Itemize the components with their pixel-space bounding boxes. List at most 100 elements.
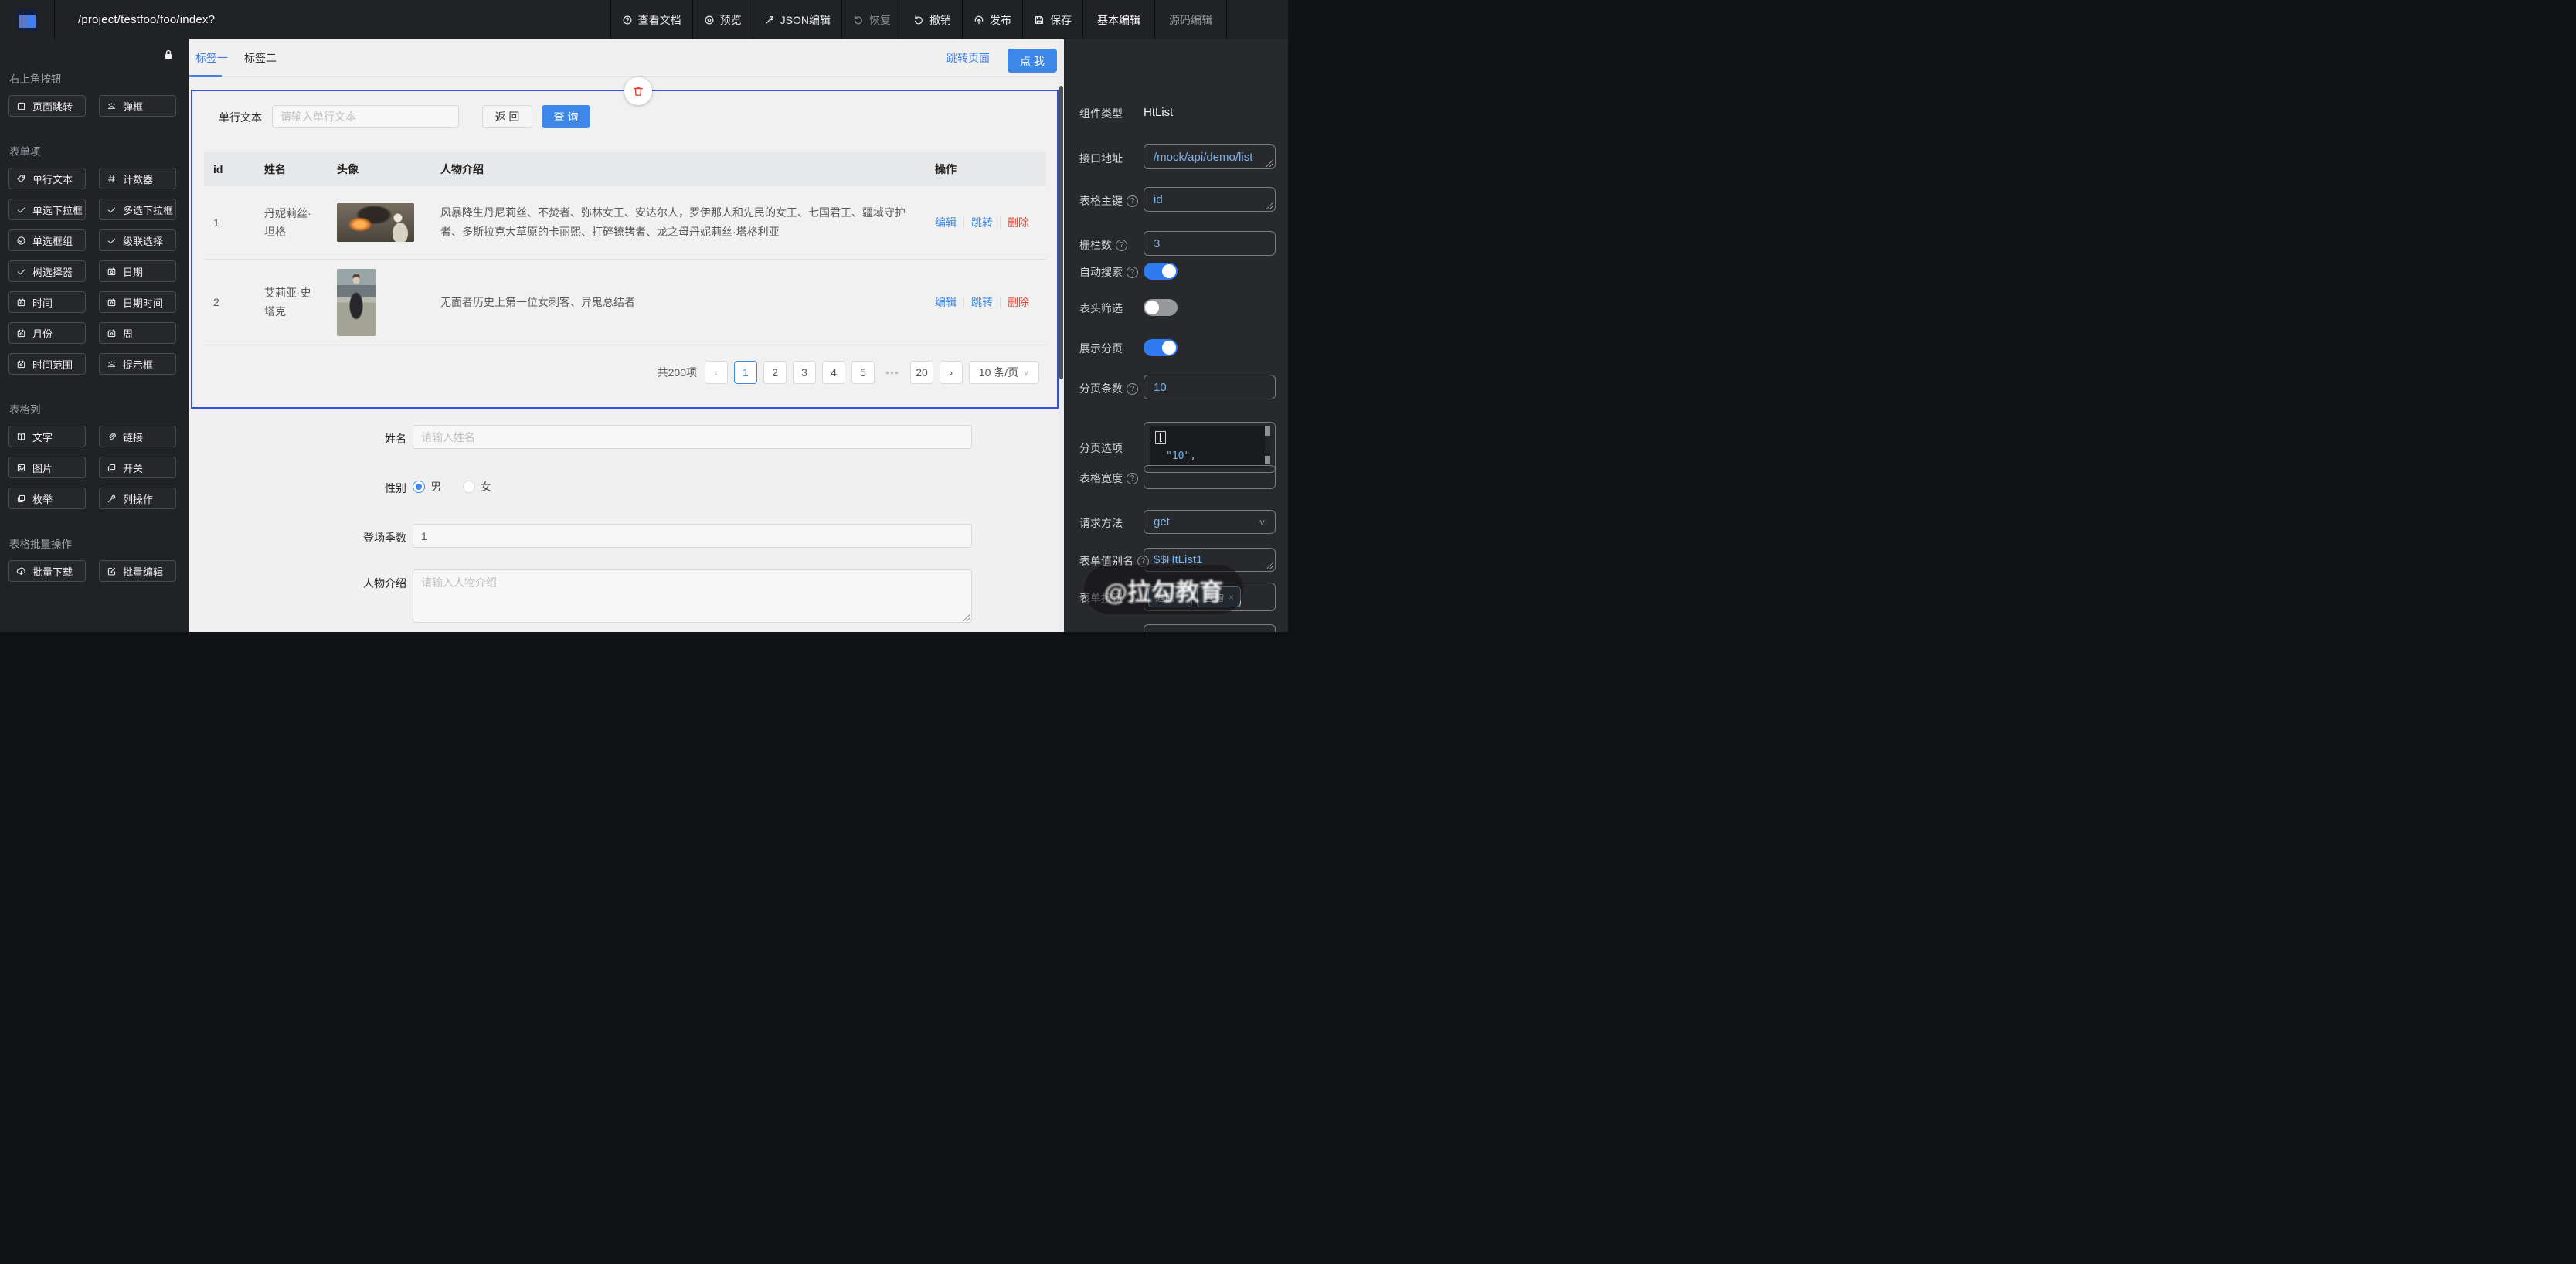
name-field[interactable] [413, 425, 972, 449]
radio-selected-icon [413, 481, 425, 493]
show-pagination-toggle[interactable] [1144, 339, 1178, 356]
publish-button[interactable]: 发布 [962, 0, 1022, 39]
restore-button[interactable]: 恢复 [841, 0, 902, 39]
page-button-1[interactable]: 1 [734, 361, 757, 384]
palette-item-tree-select[interactable]: 树选择器 [8, 260, 86, 282]
back-button[interactable]: 返 回 [482, 105, 532, 128]
palette-item-month[interactable]: 月份 [8, 322, 86, 344]
prev-page-button[interactable]: ‹ [705, 361, 728, 384]
data-table: id 姓名 头像 人物介绍 操作 1 丹妮莉丝·坦格 风暴降生丹尼莉丝、不焚者、… [204, 152, 1046, 345]
intro-label: 人物介绍 [198, 576, 406, 591]
help-icon[interactable]: ? [1127, 267, 1138, 278]
pagination: 共200项 ‹ 1 2 3 4 5 ••• 20 › 10 条/页∨ [658, 361, 1039, 384]
palette-item-counter[interactable]: 计数器 [99, 168, 176, 189]
paperclip-icon [107, 432, 117, 442]
palette-item-page-jump[interactable]: 页面跳转 [8, 95, 86, 117]
palette-item-multi-select[interactable]: 多选下拉框 [99, 199, 176, 220]
radio-male[interactable]: 男 [413, 479, 441, 494]
palette-item-column-actions[interactable]: 列操作 [99, 488, 176, 509]
search-input[interactable] [272, 105, 459, 128]
jump-link[interactable]: 跳转 [971, 294, 993, 310]
tab-basic-edit[interactable]: 基本编辑 [1082, 0, 1154, 39]
pages-ellipsis[interactable]: ••• [881, 366, 904, 379]
palette-item-week[interactable]: 周 [99, 322, 176, 344]
page-button-2[interactable]: 2 [763, 361, 787, 384]
json-edit-button[interactable]: JSON编辑 [753, 0, 841, 39]
palette-item-radio-group[interactable]: 单选框组 [8, 229, 86, 251]
next-page-button[interactable]: › [940, 361, 963, 384]
palette-item-image-column[interactable]: 图片 [8, 457, 86, 478]
auto-search-toggle[interactable] [1144, 263, 1178, 280]
table-width-input[interactable] [1144, 465, 1276, 489]
palette-item-tooltip-box[interactable]: 提示框 [99, 353, 176, 375]
preview-icon [704, 15, 715, 25]
delete-link[interactable]: 删除 [1008, 215, 1029, 230]
click-me-button[interactable]: 点 我 [1008, 49, 1057, 73]
card-type-select[interactable]: plain∨ [1144, 624, 1276, 632]
grid-columns-input[interactable]: 3 [1144, 231, 1276, 256]
page-button-5[interactable]: 5 [851, 361, 875, 384]
table-key-input[interactable]: id [1144, 187, 1276, 212]
save-button[interactable]: 保存 [1022, 0, 1082, 39]
edit-link[interactable]: 编辑 [935, 215, 957, 230]
help-icon[interactable]: ? [1116, 240, 1127, 251]
palette-item-time[interactable]: 时间 [8, 291, 86, 313]
radio-female[interactable]: 女 [463, 479, 491, 494]
intro-field[interactable] [413, 569, 972, 623]
palette-item-datetime[interactable]: 日期时间 [99, 291, 176, 313]
query-button[interactable]: 查 询 [542, 105, 590, 128]
delete-component-button[interactable] [624, 77, 652, 105]
undo-button[interactable]: 撤销 [902, 0, 962, 39]
scrollbar-thumb[interactable] [1059, 86, 1063, 379]
resize-handle[interactable] [1266, 159, 1273, 167]
tab-one[interactable]: 标签一 [195, 39, 228, 76]
palette-item-single-select[interactable]: 单选下拉框 [8, 199, 86, 220]
header-filter-toggle[interactable] [1144, 299, 1178, 316]
tab-source-edit[interactable]: 源码编辑 [1154, 0, 1226, 39]
api-url-input[interactable]: /mock/api/demo/list [1144, 144, 1276, 169]
search-field-label: 单行文本 [219, 110, 262, 125]
page-button-4[interactable]: 4 [822, 361, 845, 384]
edit-icon [107, 566, 117, 576]
avatar-image [337, 203, 414, 242]
page-size-input[interactable]: 10 [1144, 375, 1276, 399]
selected-list-component[interactable]: 单行文本 返 回 查 询 id 姓名 头像 人物介绍 操作 1 丹妮莉丝·坦格 … [191, 90, 1059, 409]
edit-link[interactable]: 编辑 [935, 294, 957, 310]
help-icon[interactable]: ? [1127, 195, 1138, 207]
palette-item-batch-edit[interactable]: 批量编辑 [99, 560, 176, 582]
preview-button[interactable]: 预览 [692, 0, 753, 39]
palette-item-link-column[interactable]: 链接 [99, 426, 176, 447]
canvas-scrollbar[interactable] [1059, 39, 1064, 632]
palette-item-switch-column[interactable]: 开关 [99, 457, 176, 478]
code-scrollbar[interactable] [1265, 426, 1270, 468]
app-logo[interactable] [0, 0, 55, 39]
jump-page-link[interactable]: 跳转页面 [946, 39, 990, 77]
view-docs-button[interactable]: 查看文档 [610, 0, 692, 39]
divider [963, 217, 964, 228]
palette-item-modal[interactable]: 弹框 [99, 95, 176, 117]
calendar-icon [107, 328, 117, 338]
lock-icon[interactable] [162, 49, 175, 61]
check-icon [16, 205, 26, 215]
palette-item-cascader[interactable]: 级联选择 [99, 229, 176, 251]
palette-item-date[interactable]: 日期 [99, 260, 176, 282]
page-button-20[interactable]: 20 [910, 361, 933, 384]
jump-link[interactable]: 跳转 [971, 215, 993, 230]
page-button-3[interactable]: 3 [793, 361, 816, 384]
resize-handle[interactable] [963, 613, 970, 621]
trash-icon [632, 85, 644, 97]
page-size-select[interactable]: 10 条/页∨ [969, 361, 1039, 384]
resize-handle[interactable] [1266, 202, 1273, 209]
tab-two[interactable]: 标签二 [244, 39, 277, 76]
palette-item-time-range[interactable]: 时间范围 [8, 353, 86, 375]
palette-item-text-input[interactable]: 单行文本 [8, 168, 86, 189]
help-icon[interactable]: ? [1127, 383, 1138, 395]
resize-handle[interactable] [1266, 562, 1273, 569]
help-icon[interactable]: ? [1127, 473, 1138, 484]
delete-link[interactable]: 删除 [1008, 294, 1029, 310]
palette-item-enum-column[interactable]: 枚举 [8, 488, 86, 509]
palette-item-batch-download[interactable]: 批量下载 [8, 560, 86, 582]
season-field[interactable] [413, 524, 972, 548]
palette-item-text-column[interactable]: 文字 [8, 426, 86, 447]
request-method-select[interactable]: get∨ [1144, 510, 1276, 534]
